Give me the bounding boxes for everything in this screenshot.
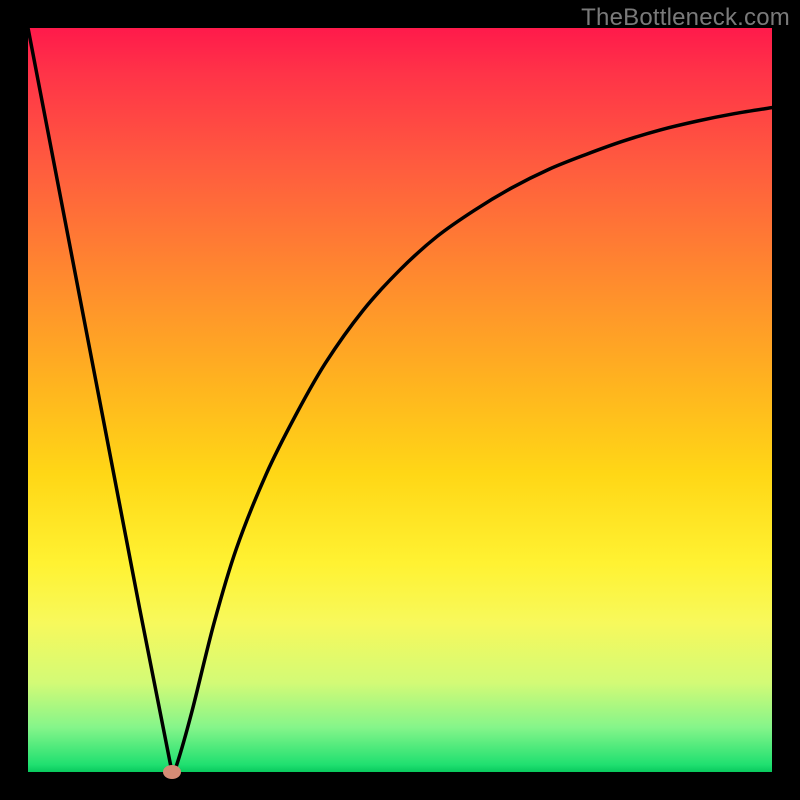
chart-container: TheBottleneck.com	[0, 0, 800, 800]
watermark-text: TheBottleneck.com	[581, 4, 790, 32]
minimum-marker	[163, 765, 181, 779]
plot-background-gradient	[28, 28, 772, 772]
